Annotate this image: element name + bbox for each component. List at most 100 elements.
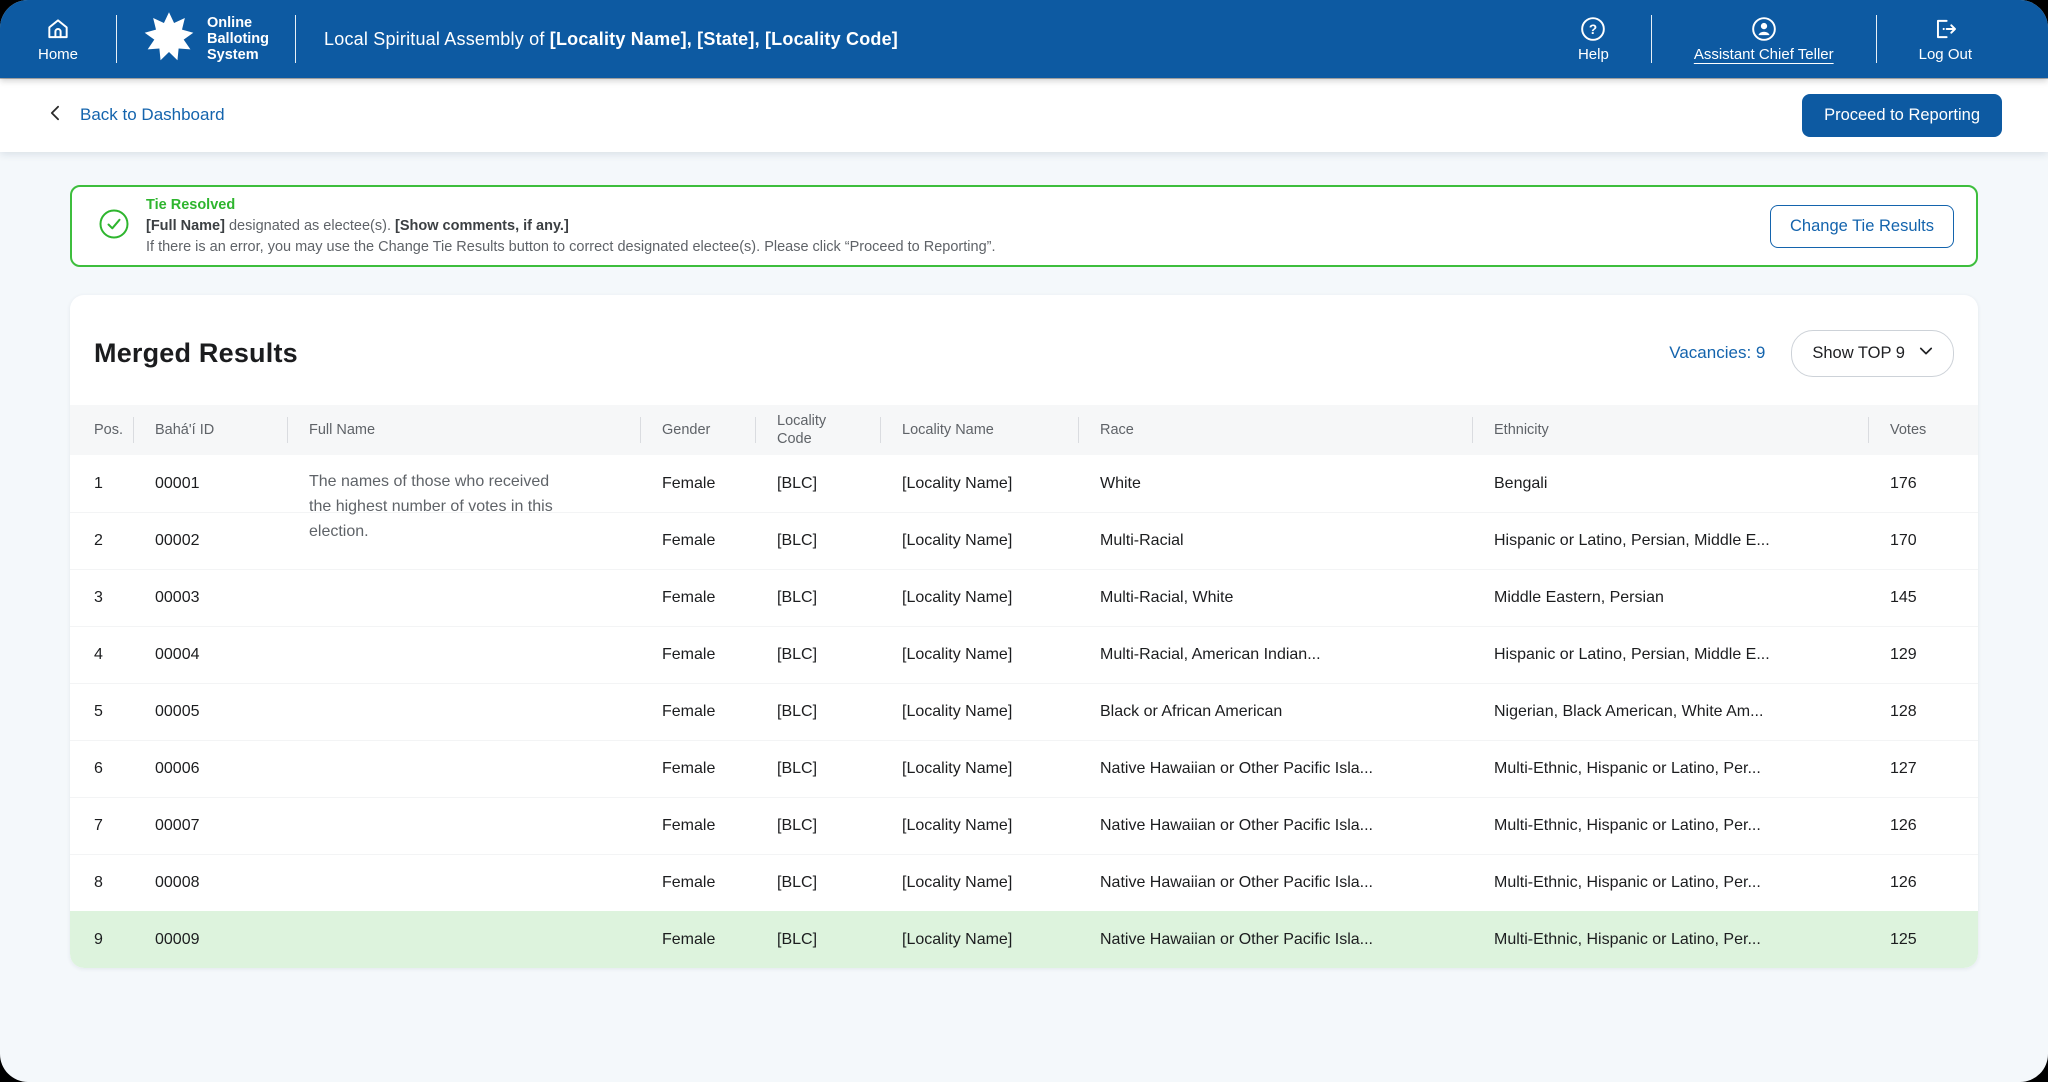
- cell-id: 00004: [133, 646, 287, 664]
- table-row[interactable]: 400004Female[BLC][Locality Name]Multi-Ra…: [70, 626, 1978, 683]
- cell-race: Black or African American: [1078, 703, 1472, 721]
- cell-pos: 9: [94, 931, 133, 949]
- app-header: Home Online Balloting System Local Spiri…: [0, 0, 2048, 78]
- cell-locality-code: [BLC]: [755, 589, 880, 607]
- column-header-race: Race: [1078, 421, 1472, 439]
- cell-locality-name: [Locality Name]: [880, 475, 1078, 493]
- cell-votes: 127: [1868, 760, 1954, 778]
- back-to-dashboard-link[interactable]: Back to Dashboard: [46, 103, 225, 128]
- header-divider: [295, 15, 296, 63]
- cell-votes: 128: [1868, 703, 1954, 721]
- home-button[interactable]: Home: [38, 16, 78, 63]
- cell-ethnicity: Multi-Ethnic, Hispanic or Latino, Per...: [1472, 760, 1868, 778]
- cell-ethnicity: Nigerian, Black American, White Am...: [1472, 703, 1868, 721]
- cell-locality-name: [Locality Name]: [880, 874, 1078, 892]
- back-label: Back to Dashboard: [80, 105, 225, 125]
- cell-id: 00006: [133, 760, 287, 778]
- cell-id: 00009: [133, 931, 287, 949]
- cell-pos: 4: [94, 646, 133, 664]
- logout-icon: [1932, 16, 1958, 42]
- cell-locality-code: [BLC]: [755, 532, 880, 550]
- cell-pos: 1: [94, 475, 133, 493]
- cell-pos: 7: [94, 817, 133, 835]
- card-title: Merged Results: [94, 338, 298, 369]
- column-header-votes: Votes: [1868, 421, 1954, 439]
- help-button[interactable]: ? Help: [1536, 16, 1651, 63]
- vacancies-count: Vacancies: 9: [1669, 343, 1765, 363]
- cell-locality-name: [Locality Name]: [880, 532, 1078, 550]
- chevron-left-icon: [46, 103, 66, 128]
- user-role-label: Assistant Chief Teller: [1694, 46, 1834, 63]
- cell-votes: 126: [1868, 874, 1954, 892]
- cell-locality-code: [BLC]: [755, 874, 880, 892]
- cell-pos: 5: [94, 703, 133, 721]
- logo-text: Online Balloting System: [207, 15, 269, 63]
- cell-race: Native Hawaiian or Other Pacific Isla...: [1078, 874, 1472, 892]
- change-tie-results-button[interactable]: Change Tie Results: [1770, 205, 1954, 248]
- home-label: Home: [38, 46, 78, 63]
- cell-locality-name: [Locality Name]: [880, 703, 1078, 721]
- table-row[interactable]: 700007Female[BLC][Locality Name]Native H…: [70, 797, 1978, 854]
- cell-race: Multi-Racial: [1078, 532, 1472, 550]
- cell-votes: 129: [1868, 646, 1954, 664]
- banner-message: [Full Name] designated as electee(s). [S…: [146, 216, 1770, 237]
- cell-ethnicity: Middle Eastern, Persian: [1472, 589, 1868, 607]
- nine-pointed-star-icon: [143, 11, 195, 68]
- cell-locality-name: [Locality Name]: [880, 589, 1078, 607]
- cell-id: 00002: [133, 532, 287, 550]
- cell-locality-name: [Locality Name]: [880, 646, 1078, 664]
- logout-label: Log Out: [1919, 46, 1972, 63]
- column-header-locality-code: Locality Code: [755, 412, 880, 448]
- cell-ethnicity: Hispanic or Latino, Persian, Middle E...: [1472, 532, 1868, 550]
- cell-locality-name: [Locality Name]: [880, 817, 1078, 835]
- cell-race: Native Hawaiian or Other Pacific Isla...: [1078, 760, 1472, 778]
- cell-race: White: [1078, 475, 1472, 493]
- cell-votes: 125: [1868, 931, 1954, 949]
- help-icon: ?: [1580, 16, 1606, 42]
- cell-ethnicity: Multi-Ethnic, Hispanic or Latino, Per...: [1472, 931, 1868, 949]
- cell-race: Multi-Racial, American Indian...: [1078, 646, 1472, 664]
- home-icon: [45, 16, 71, 42]
- table-row[interactable]: 500005Female[BLC][Locality Name]Black or…: [70, 683, 1978, 740]
- cell-id: 00001: [133, 475, 287, 493]
- cell-locality-code: [BLC]: [755, 931, 880, 949]
- cell-race: Native Hawaiian or Other Pacific Isla...: [1078, 817, 1472, 835]
- table-row[interactable]: 600006Female[BLC][Locality Name]Native H…: [70, 740, 1978, 797]
- cell-id: 00008: [133, 874, 287, 892]
- svg-text:?: ?: [1589, 21, 1597, 36]
- banner-hint: If there is an error, you may use the Ch…: [146, 237, 1770, 258]
- cell-votes: 145: [1868, 589, 1954, 607]
- cell-gender: Female: [640, 646, 755, 664]
- cell-locality-name: [Locality Name]: [880, 931, 1078, 949]
- cell-locality-code: [BLC]: [755, 817, 880, 835]
- table-row[interactable]: 300003Female[BLC][Locality Name]Multi-Ra…: [70, 569, 1978, 626]
- show-top-label: Show TOP 9: [1812, 344, 1905, 363]
- user-menu[interactable]: Assistant Chief Teller: [1652, 16, 1876, 63]
- proceed-to-reporting-button[interactable]: Proceed to Reporting: [1802, 94, 2002, 137]
- full-name-note: The names of those who received the high…: [309, 469, 559, 544]
- cell-ethnicity: Bengali: [1472, 475, 1868, 493]
- merged-results-card: Merged Results Vacancies: 9 Show TOP 9 P…: [70, 295, 1978, 968]
- column-header-bahai-id: Bahá'í ID: [133, 421, 287, 439]
- cell-pos: 6: [94, 760, 133, 778]
- cell-gender: Female: [640, 874, 755, 892]
- show-top-dropdown[interactable]: Show TOP 9: [1791, 330, 1954, 377]
- cell-pos: 3: [94, 589, 133, 607]
- cell-locality-code: [BLC]: [755, 475, 880, 493]
- table-row[interactable]: 900009Female[BLC][Locality Name]Native H…: [70, 911, 1978, 968]
- app-logo[interactable]: Online Balloting System: [117, 11, 295, 68]
- banner-title: Tie Resolved: [146, 195, 1770, 216]
- cell-locality-code: [BLC]: [755, 760, 880, 778]
- column-header-gender: Gender: [640, 421, 755, 439]
- table-header-row: Pos. Bahá'í ID Full Name Gender Locality…: [70, 405, 1978, 455]
- table-row[interactable]: 800008 Female[BLC][Locality Name]Native H…: [70, 854, 1978, 911]
- cell-pos: 8: [94, 874, 133, 892]
- cell-locality-code: [BLC]: [755, 703, 880, 721]
- cell-race: Native Hawaiian or Other Pacific Isla...: [1078, 931, 1472, 949]
- chevron-down-icon: [1917, 342, 1935, 365]
- cell-votes: 176: [1868, 475, 1954, 493]
- cell-race: Multi-Racial, White: [1078, 589, 1472, 607]
- page-title: Local Spiritual Assembly of [Locality Na…: [324, 29, 898, 50]
- banner-text: Tie Resolved [Full Name] designated as e…: [146, 195, 1770, 258]
- logout-button[interactable]: Log Out: [1877, 16, 2014, 63]
